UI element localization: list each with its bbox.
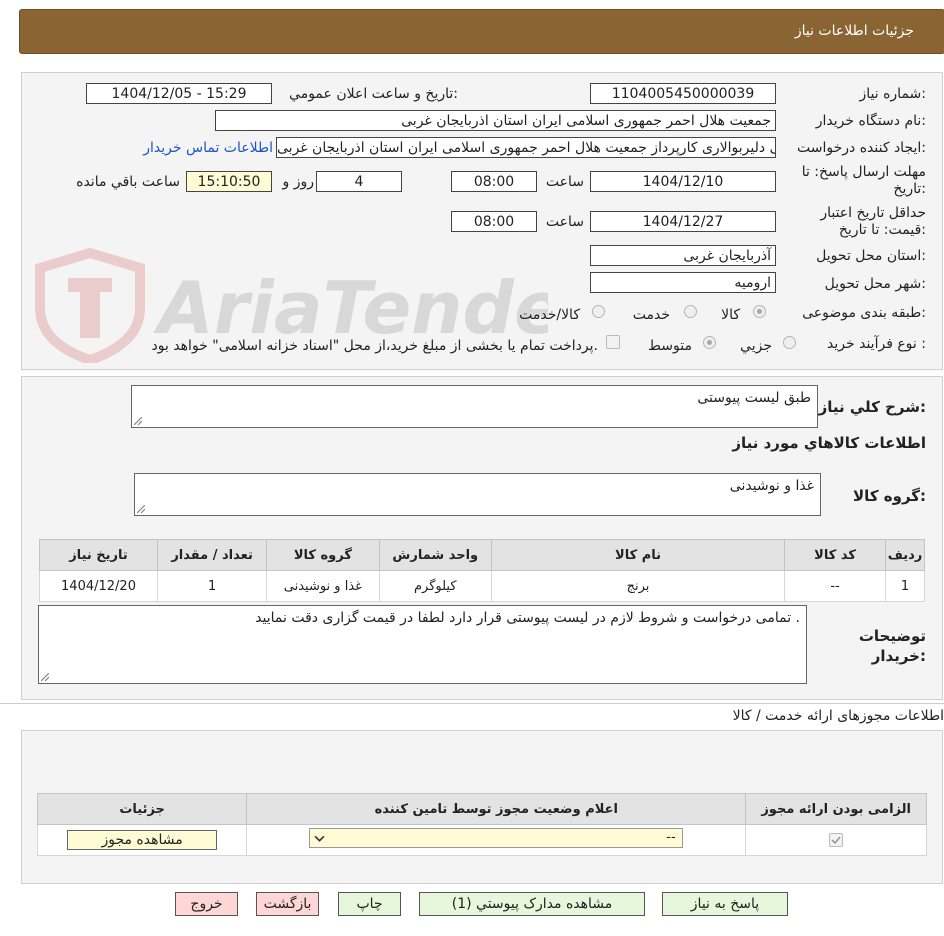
process-option-medium: متوسط [648,338,692,354]
permit-status-select[interactable]: -- [309,828,684,848]
description-text: طبق لیست پیوستی [697,390,811,406]
cell-date: 1404/12/20 [39,570,158,602]
buyer-notes-textarea[interactable]: تمامی درخواست و شروط لازم در لیست پیوستی… [38,605,807,684]
goods-group-text: غذا و نوشیدنی [729,478,814,494]
col-date: تاريخ نياز [39,539,158,571]
validity-date-field: 1404/12/27 [590,211,776,232]
cell-group: غذا و نوشیدنی [266,570,380,602]
goods-info-title: اطلاعات کالاهاي مورد نياز [732,434,926,452]
days-field: 4 [316,171,402,192]
col-code: کد کالا [784,539,887,571]
exit-button[interactable]: خروج [175,892,238,916]
goods-group-textarea[interactable]: غذا و نوشیدنی [134,473,821,516]
cell-qty: 1 [156,570,268,602]
need-number-field: 1104005450000039 [590,83,776,104]
category-radio-goods[interactable] [753,305,766,318]
cell-code: -- [784,570,887,602]
remaining-time-field: 15:10:50 [186,171,272,192]
category-option-service: خدمت [632,307,670,323]
goods-table-header: رديف کد کالا نام کالا واحد شمارش گروه کا… [39,539,925,571]
creator-field: علی دلیربوالاری کارپرداز جمعیت هلال احمر… [276,137,776,158]
need-number-label: شماره نیاز: [859,86,926,102]
remaining-label: ساعت باقي مانده [76,174,180,190]
view-permit-button[interactable]: مشاهده مجوز [67,830,218,850]
announce-label: تاریخ و ساعت اعلان عمومي: [289,86,458,102]
permit-required-checkbox [829,833,844,847]
creator-label: ايجاد کننده درخواست: [797,140,926,156]
permits-table: الزامی بودن ارائه مجوز اعلام وضعیت مجوز … [36,793,927,856]
buyer-notes-text: تمامی درخواست و شروط لازم در لیست پیوستی… [255,610,800,626]
deadline-time-field: 08:00 [451,171,537,192]
days-label: روز و [282,174,315,190]
col-qty: تعداد / مقدار [156,539,268,571]
cell-name: برنج [491,570,786,602]
col-permit-details: جزئيات [36,793,248,825]
resize-grip-icon [41,673,49,681]
process-label: نوع فرآيند خريد : [827,336,926,352]
resize-grip-icon [134,417,142,425]
col-name: نام کالا [491,539,786,571]
treasury-payment-checkbox[interactable] [606,335,620,349]
permits-title: اطلاعات مجوزهای ارائه خدمت / کالا [732,708,944,724]
print-button[interactable]: چاپ [338,892,401,916]
deadline-date-field: 1404/12/10 [590,171,776,192]
resize-grip-icon [137,505,145,513]
category-option-goods-service: کالا/خدمت [519,307,580,323]
goods-table: رديف کد کالا نام کالا واحد شمارش گروه کا… [39,539,925,602]
col-permit-status: اعلام وضعیت مجوز توسط تامین کننده [246,793,747,825]
check-icon [831,836,841,845]
page-title: جزئیات اطلاعات نیاز [794,23,914,39]
category-radio-goods-service[interactable] [592,305,605,318]
table-row: -- مشاهده مجوز [36,824,927,856]
col-permit-required: الزامی بودن ارائه مجوز [745,793,927,825]
cell-permit-required [745,824,927,856]
category-label: طبقه بندی موضوعی: [802,305,926,321]
province-label: استان محل تحويل: [816,248,926,264]
province-field: آذربایجان غربی [590,245,776,266]
page-header: جزئیات اطلاعات نیاز [19,9,944,54]
category-radio-service[interactable] [684,305,697,318]
cell-unit: کیلوگرم [378,570,493,602]
cell-permit-status: -- [246,824,747,856]
process-option-minor: جزيي [740,338,772,354]
city-label: شهر محل تحويل: [824,276,926,292]
validity-time-label: ساعت [545,214,584,230]
city-field: ارومیه [590,272,776,293]
deadline-label: مهلت ارسال پاسخ: تا تاریخ: [801,164,926,197]
cell-permit-details: مشاهده مجوز [36,824,248,856]
permit-status-value: -- [666,830,676,845]
buyer-contact-link[interactable]: اطلاعات تماس خريدار [143,140,273,156]
col-group: گروه کالا [266,539,380,571]
table-row: 1 -- برنج کیلوگرم غذا و نوشیدنی 1 1404/1… [39,570,925,602]
col-unit: واحد شمارش [378,539,493,571]
deadline-time-label: ساعت [545,174,584,190]
buyer-org-field: جمعيت هلال احمر جمهوری اسلامی ايران استا… [215,110,776,131]
validity-label: حداقل تاريخ اعتبار قيمت: تا تاريخ: [820,205,926,238]
col-row: رديف [885,539,925,571]
validity-time-field: 08:00 [451,211,537,232]
back-button[interactable]: بازگشت [256,892,319,916]
view-attachments-button[interactable]: مشاهده مدارک پيوستي (1) [419,892,645,916]
cell-row: 1 [885,570,925,602]
process-radio-medium[interactable] [703,336,716,349]
description-label: شرح کلي نياز: [818,398,926,416]
reply-to-need-button[interactable]: پاسخ به نياز [662,892,788,916]
goods-group-label: گروه کالا: [853,487,926,505]
description-textarea[interactable]: طبق لیست پیوستی [131,385,818,428]
permits-divider [0,703,944,704]
category-option-goods: کالا [721,307,740,323]
buyer-org-label: نام دستگاه خريدار: [815,113,926,129]
announce-field: 1404/12/05 - 15:29 [86,83,272,104]
permits-table-header: الزامی بودن ارائه مجوز اعلام وضعیت مجوز … [36,793,927,825]
treasury-payment-note: پرداخت تمام یا بخشی از مبلغ خرید،از محل … [151,338,598,354]
chevron-down-icon [314,835,325,842]
buyer-notes-label: توضيحات خريدار: [858,627,926,665]
process-radio-minor[interactable] [783,336,796,349]
